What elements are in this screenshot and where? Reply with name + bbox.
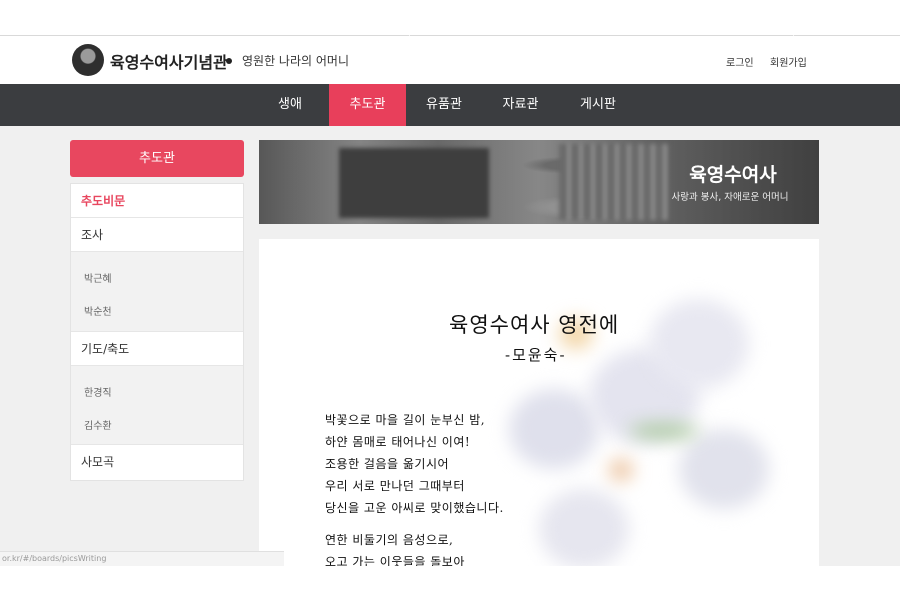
poem-line: 하얀 몸매로 태어나신 이여! — [325, 435, 471, 449]
sidebar-title: 추도관 — [70, 140, 244, 177]
banner-divider-left — [409, 19, 410, 45]
orchid-petal-image — [649, 299, 749, 389]
sidebar-submenu-eulogy: 박근혜 박순천 — [71, 252, 243, 332]
sidebar-item-memorial-epitaph[interactable]: 추도비문 — [71, 184, 243, 218]
orchid-petal-image — [539, 489, 629, 569]
poem-line: 조용한 걸음을 옮기시어 — [325, 457, 450, 471]
poem-line: 당신을 고운 아씨로 맞이했습니다. — [325, 501, 504, 515]
sidebar-menu: 추도비문 조사 박근혜 박순천 기도/축도 한경직 김수환 사모곡 — [70, 183, 244, 481]
page-banner: 육영수여사 사랑과 봉사, 자애로운 어머니 — [259, 140, 819, 224]
bullet-dot-icon — [226, 58, 232, 64]
orchid-stem-image — [629, 424, 699, 438]
nav-item-archive[interactable]: 자료관 — [482, 84, 559, 126]
poem-line: 박꽃으로 마을 길이 눈부신 밤, — [325, 413, 486, 427]
site-title[interactable]: 육영수여사기념관 — [110, 49, 228, 73]
orchid-petal-image — [679, 429, 769, 509]
banner-photo-bookshelf — [559, 144, 669, 220]
banner-photo-blackboard — [339, 148, 489, 218]
sidebar-subitem-park-suncheon[interactable]: 박순천 — [84, 303, 112, 318]
main-nav: 생애 추도관 유품관 자료관 게시판 — [0, 84, 900, 126]
sidebar-item-song-for-mother[interactable]: 사모곡 — [71, 445, 243, 479]
poem-card: 육영수여사 영전에 -모윤숙- 박꽃으로 마을 길이 눈부신 밤, 하얀 몸매로… — [259, 239, 819, 569]
sidebar-submenu-prayer: 한경직 김수환 — [71, 366, 243, 445]
browser-status-url: or.kr/#/boards/picsWriting — [0, 551, 284, 566]
nav-item-memorial[interactable]: 추도관 — [329, 84, 406, 126]
nav-item-board[interactable]: 게시판 — [559, 84, 637, 126]
orchid-center-image — [609, 459, 633, 481]
orchid-petal-image — [509, 389, 599, 469]
sidebar-item-eulogy[interactable]: 조사 — [71, 218, 243, 252]
poem-title: 육영수여사 영전에 — [449, 313, 620, 337]
sidebar-subitem-han-kyungjik[interactable]: 한경직 — [84, 384, 112, 399]
site-header: 육영수여사기념관 영원한 나라의 어머니 로그인 회원가입 — [0, 36, 900, 84]
sidebar-subitem-park-geunhye[interactable]: 박근혜 — [84, 270, 112, 285]
poem-line: 우리 서로 만나던 그때부터 — [325, 479, 465, 493]
nav-item-life[interactable]: 생애 — [252, 84, 328, 126]
sidebar-subitem-kim-suhwan[interactable]: 김수환 — [84, 417, 112, 432]
sidebar-item-prayer[interactable]: 기도/축도 — [71, 332, 243, 366]
nav-item-relics[interactable]: 유품관 — [406, 84, 482, 126]
founder-portrait-logo[interactable] — [72, 44, 104, 76]
page-bottom-margin — [0, 566, 900, 600]
banner-subtitle: 사랑과 봉사, 자애로운 어머니 — [671, 192, 789, 203]
banner-divider-right — [793, 19, 794, 45]
poem-author: -모윤숙- — [505, 346, 567, 364]
site-subtitle: 영원한 나라의 어머니 — [242, 54, 349, 68]
poem-line: 연한 비둘기의 음성으로, — [325, 533, 454, 547]
login-link[interactable]: 로그인 — [726, 54, 754, 69]
browser-top-strip — [0, 0, 900, 36]
banner-title: 육영수여사 — [689, 164, 777, 186]
join-link[interactable]: 회원가입 — [770, 54, 807, 69]
